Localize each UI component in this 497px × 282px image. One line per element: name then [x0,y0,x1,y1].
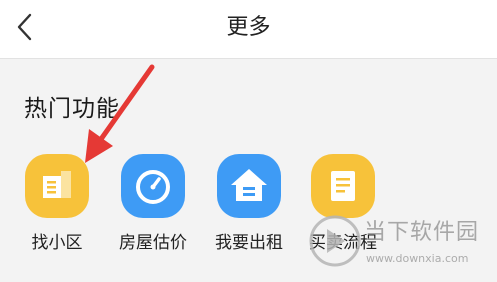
feature-label: 房屋估价 [119,233,187,253]
watermark-url: www.downxia.com [366,252,469,265]
house-icon [231,169,267,201]
feature-label: 我要出租 [215,233,283,253]
feature-label: 找小区 [31,233,83,253]
watermark-brand: 当下软件园 [364,220,480,245]
red-arrow-annotation [85,64,155,163]
watermark-logo-icon [309,215,361,267]
feature-rent-out[interactable]: 我要出租 [210,154,288,253]
top-bar: 更多 [0,0,497,59]
page-title: 更多 [226,15,271,40]
feature-icon-tile [217,154,281,218]
watermark: 当下软件园 www.downxia.com [308,208,494,278]
